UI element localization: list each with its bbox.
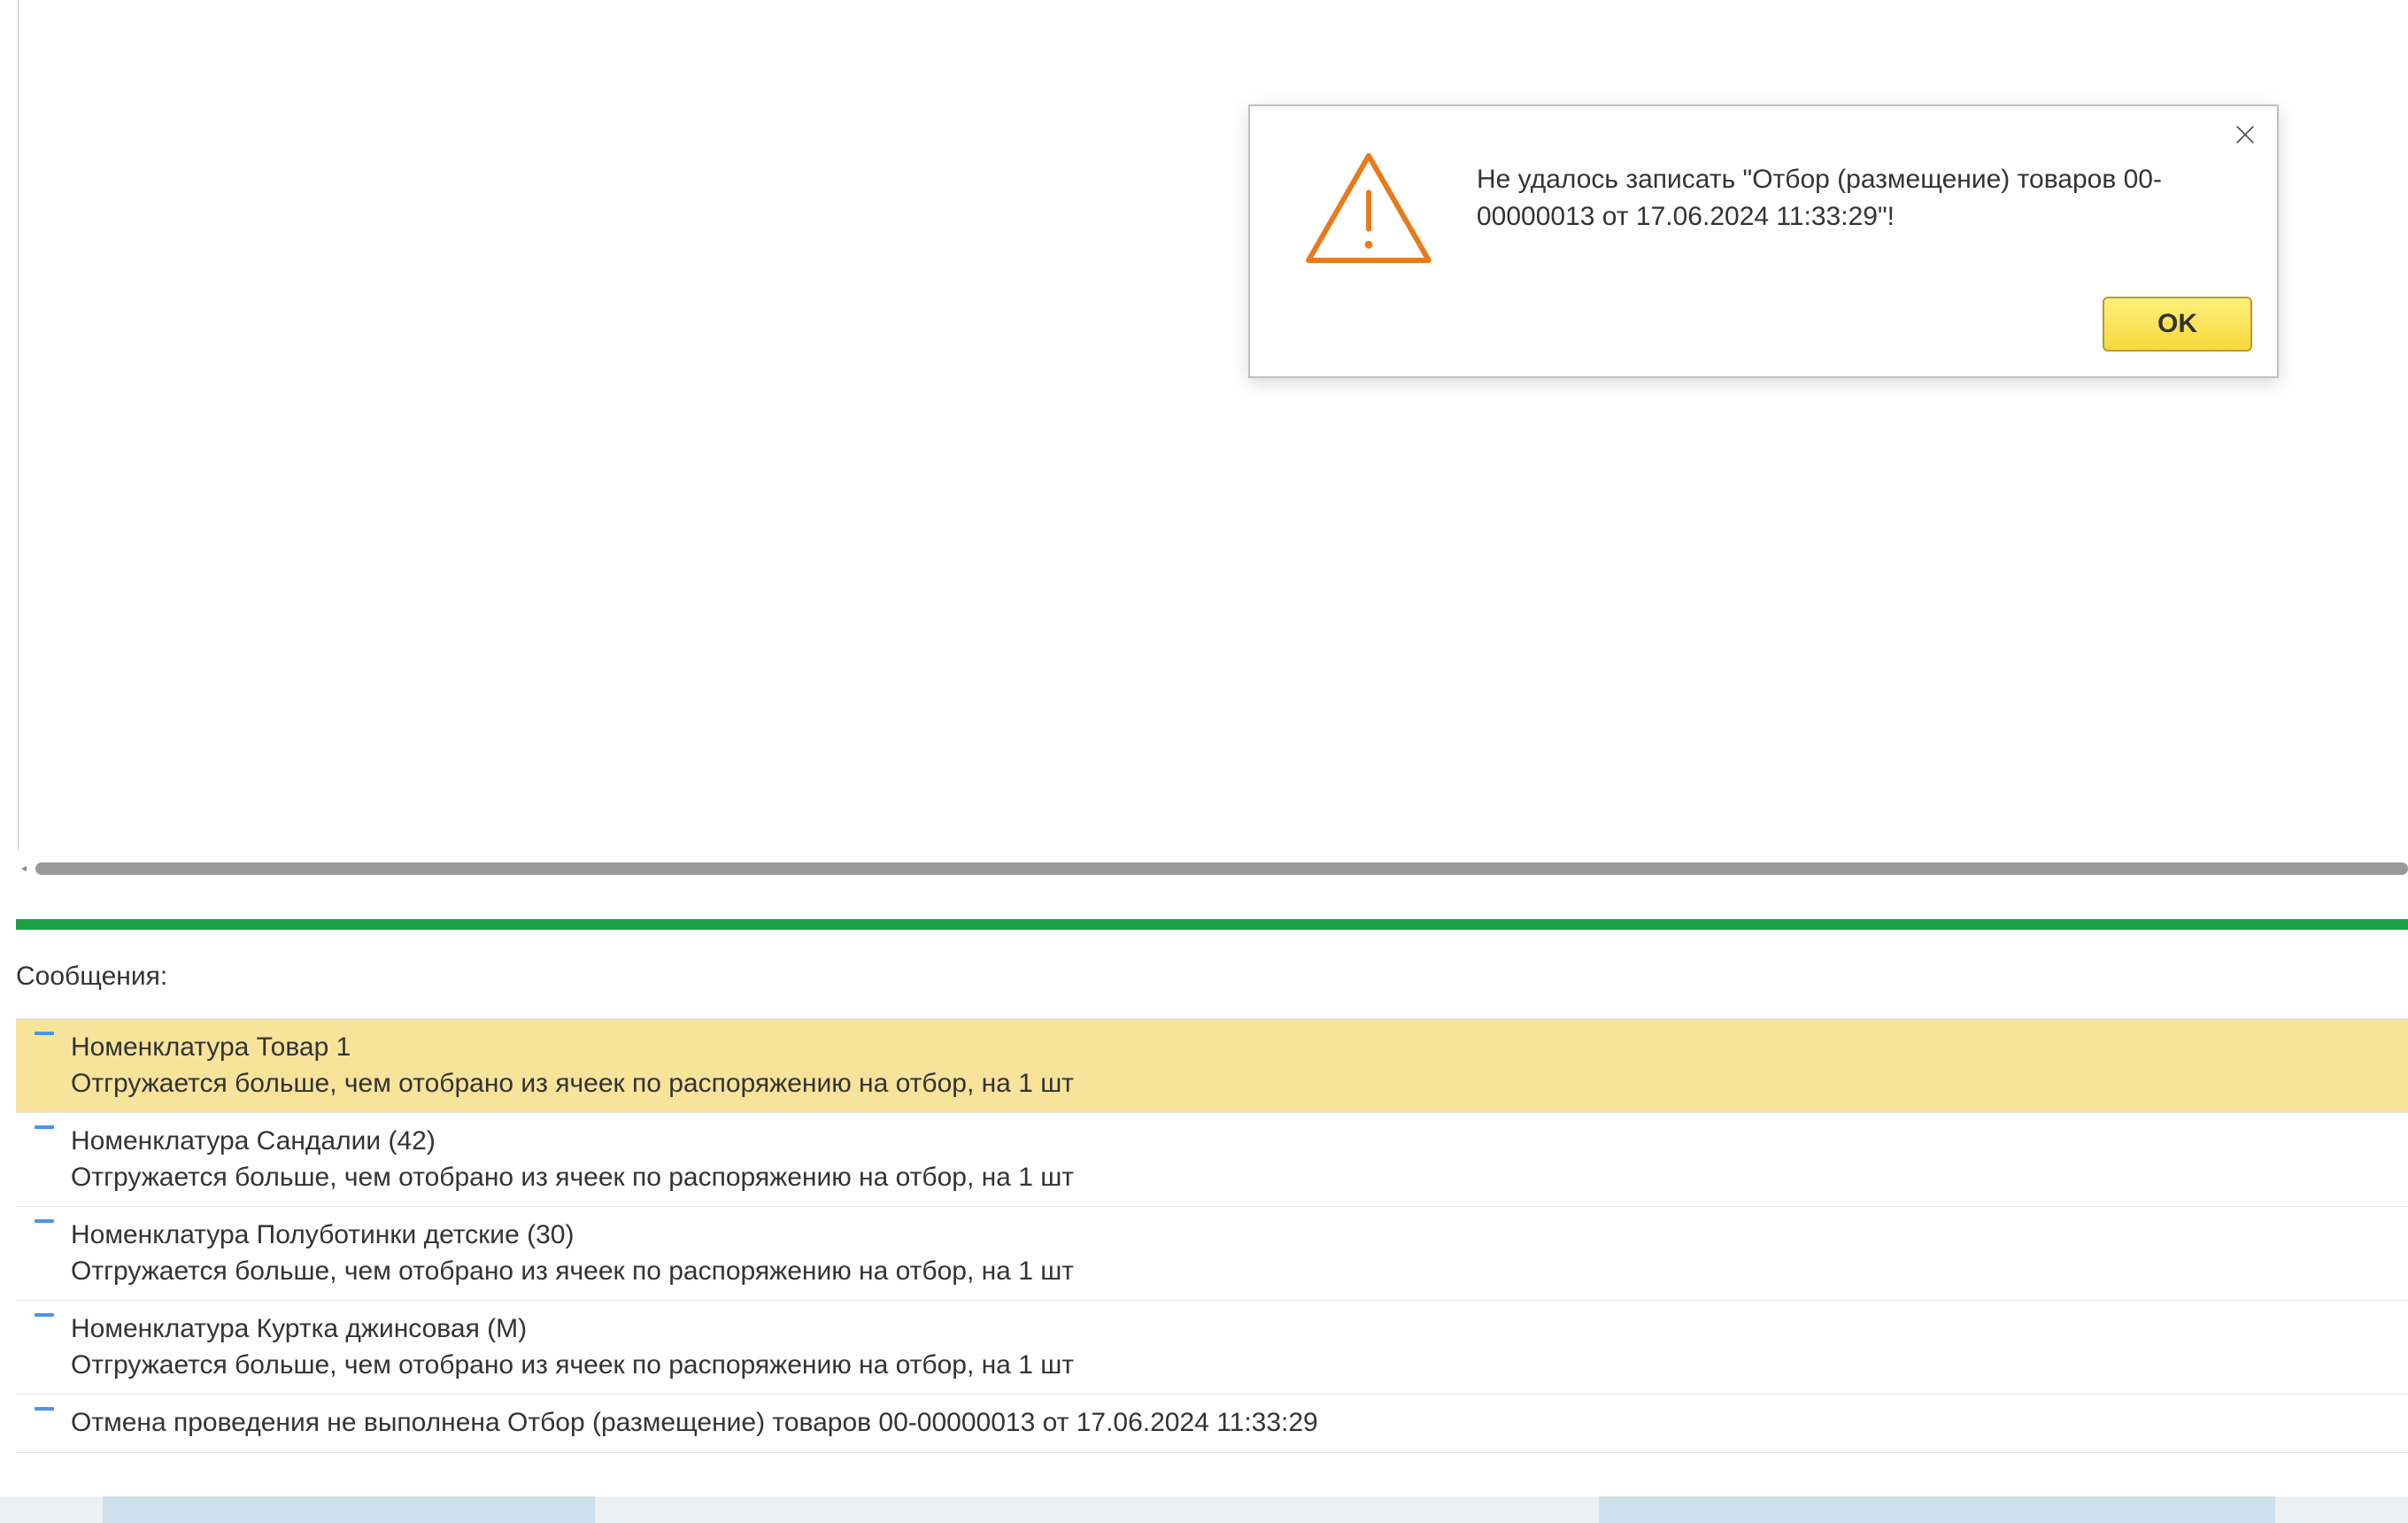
status-segment	[2275, 1496, 2408, 1523]
status-segment	[103, 1496, 595, 1523]
message-title: Номенклатура Товар 1	[71, 1030, 2408, 1066]
panel-splitter[interactable]	[16, 919, 2408, 930]
messages-list: Номенклатура Товар 1 Отгружается больше,…	[16, 1018, 2408, 1453]
messages-panel-title: Сообщения:	[16, 962, 167, 992]
message-title: Номенклатура Сандалии (42)	[71, 1124, 2408, 1160]
message-title: Номенклатура Полуботинки детские (30)	[71, 1218, 2408, 1254]
status-segment	[0, 1496, 103, 1523]
status-segment	[1599, 1496, 2275, 1523]
message-row[interactable]: Номенклатура Полуботинки детские (30) От…	[16, 1207, 2408, 1301]
close-icon	[2233, 122, 2258, 147]
message-body: Номенклатура Товар 1 Отгружается больше,…	[62, 1030, 2408, 1102]
scroll-left-arrow-icon[interactable]: ◄	[18, 862, 30, 875]
message-row[interactable]: Отмена проведения не выполнена Отбор (ра…	[16, 1395, 2408, 1453]
message-detail: Отгружается больше, чем отобрано из ячее…	[71, 1254, 2408, 1290]
message-body: Отмена проведения не выполнена Отбор (ра…	[62, 1405, 2408, 1442]
message-body: Номенклатура Полуботинки детские (30) От…	[62, 1218, 2408, 1289]
status-bar	[0, 1496, 2408, 1523]
message-detail: Отгружается больше, чем отобрано из ячее…	[71, 1160, 2408, 1196]
message-row[interactable]: Номенклатура Куртка джинсовая (M) Отгруж…	[16, 1301, 2408, 1395]
dialog-body: Не удалось записать "Отбор (размещение) …	[1250, 106, 2277, 297]
horizontal-scrollbar[interactable]: ◄	[18, 861, 2408, 877]
message-title: Отмена проведения не выполнена Отбор (ра…	[71, 1405, 2408, 1442]
message-detail: Отгружается больше, чем отобрано из ячее…	[71, 1066, 2408, 1102]
info-dash-icon	[27, 1124, 62, 1129]
info-dash-icon	[27, 1218, 62, 1223]
message-row[interactable]: Номенклатура Сандалии (42) Отгружается б…	[16, 1113, 2408, 1207]
message-row[interactable]: Номенклатура Товар 1 Отгружается больше,…	[16, 1019, 2408, 1113]
ok-button[interactable]: OK	[2103, 297, 2252, 352]
info-dash-icon	[27, 1405, 62, 1411]
close-button[interactable]	[2233, 122, 2258, 151]
info-dash-icon	[27, 1311, 62, 1317]
status-segment	[595, 1496, 1599, 1523]
message-body: Номенклатура Куртка джинсовая (M) Отгруж…	[62, 1311, 2408, 1383]
message-body: Номенклатура Сандалии (42) Отгружается б…	[62, 1124, 2408, 1195]
info-dash-icon	[27, 1030, 62, 1035]
scrollbar-thumb[interactable]	[35, 862, 2408, 875]
dialog-footer: OK	[1250, 297, 2277, 376]
dialog-message: Не удалось записать "Отбор (размещение) …	[1477, 151, 2224, 236]
error-dialog: Не удалось записать "Отбор (размещение) …	[1248, 104, 2279, 378]
message-detail: Отгружается больше, чем отобрано из ячее…	[71, 1348, 2408, 1384]
warning-triangle-icon	[1303, 151, 1434, 270]
message-title: Номенклатура Куртка джинсовая (M)	[71, 1311, 2408, 1348]
